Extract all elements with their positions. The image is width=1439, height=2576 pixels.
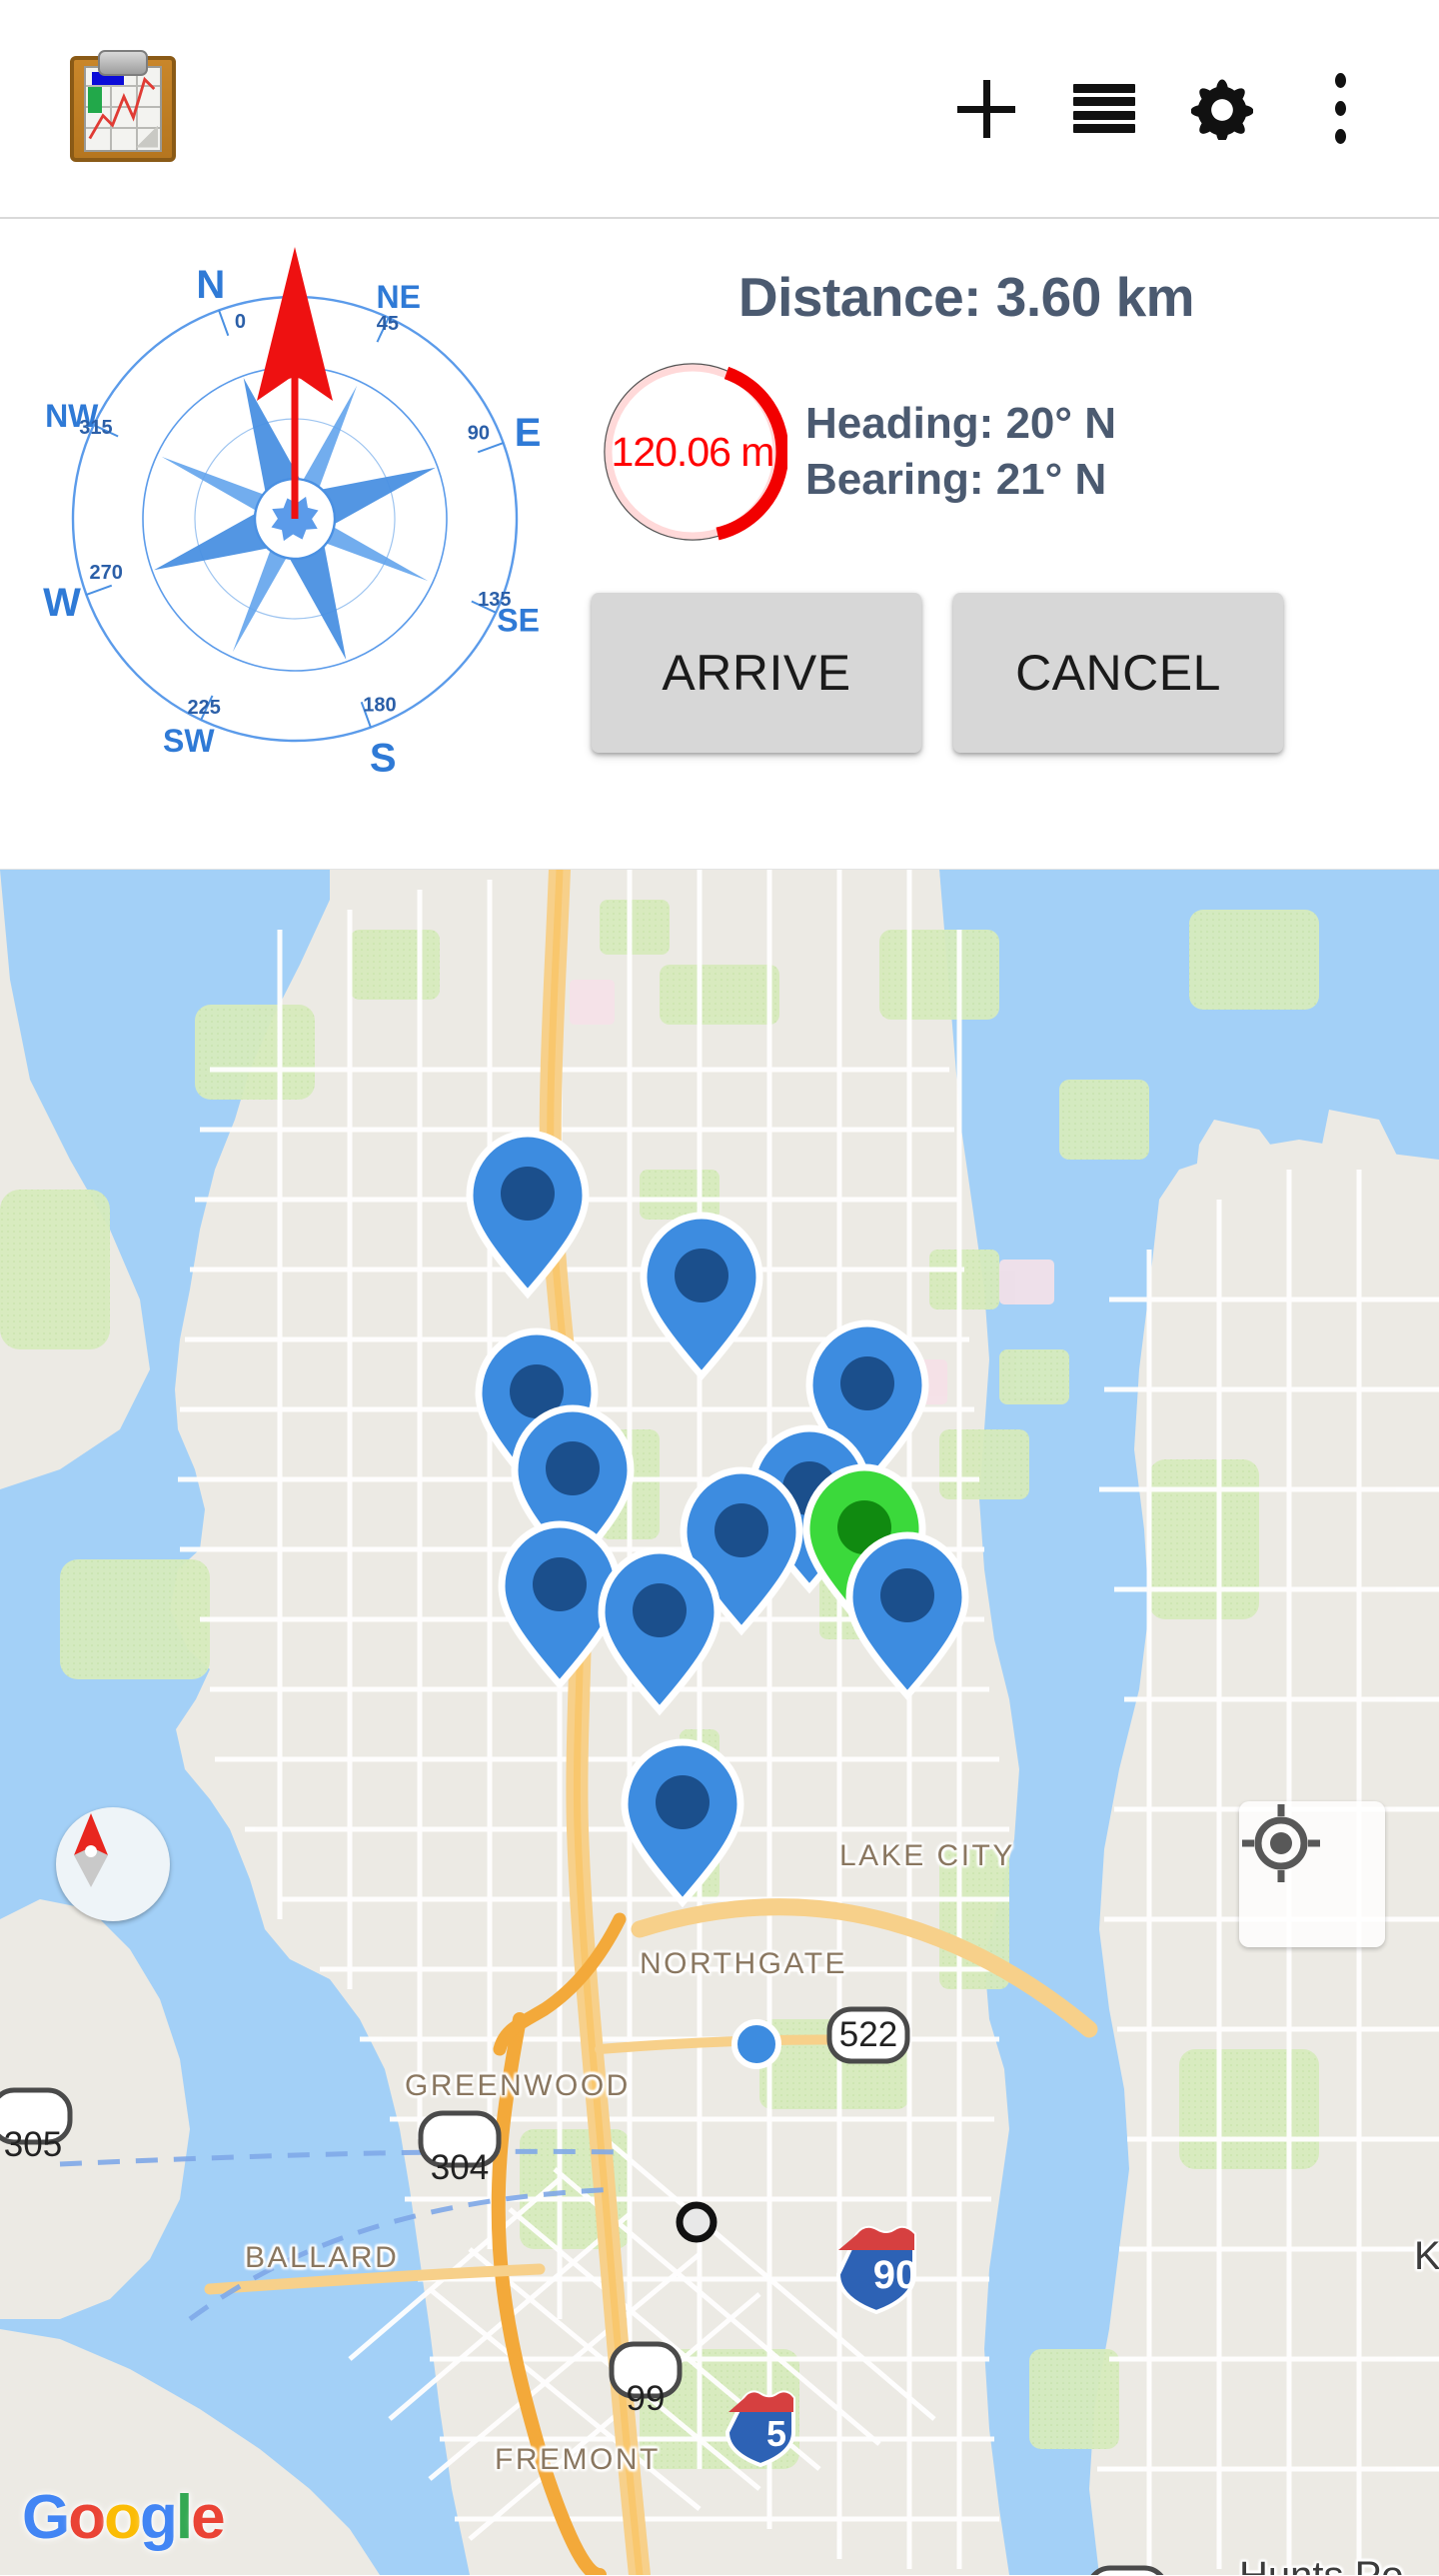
svg-text:SW: SW: [163, 723, 215, 759]
my-location-button[interactable]: [1239, 1801, 1385, 1947]
list-button[interactable]: [1045, 49, 1163, 169]
accuracy-value: 120.06 m: [611, 428, 775, 475]
overflow-menu-button[interactable]: [1281, 49, 1399, 169]
appbar-actions: [927, 49, 1399, 169]
accuracy-row: 120.06 m Heading: 20° N Bearing: 21° N: [590, 357, 1343, 547]
map-compass-button[interactable]: [56, 1807, 170, 1921]
map-view[interactable]: 522 520 305 304 99 90: [0, 870, 1439, 2575]
heading-label: Heading: 20° N: [805, 399, 1116, 449]
svg-text:225: 225: [187, 697, 220, 719]
svg-text:90: 90: [468, 422, 490, 444]
action-buttons: ARRIVE CANCEL: [590, 593, 1343, 753]
google-letter-g: G: [22, 2483, 70, 2552]
map-compass-icon: [74, 1813, 108, 1887]
navigation-panel: N NE E SE S SW W NW 0 45 90 135 180 225 …: [0, 219, 1439, 870]
app-bar: [0, 0, 1439, 219]
heading-bearing-block: Heading: 20° N Bearing: 21° N: [805, 396, 1116, 508]
svg-text:45: 45: [377, 313, 399, 335]
cancel-button[interactable]: CANCEL: [953, 593, 1283, 753]
gear-icon: [1191, 79, 1253, 140]
google-letter-o1: o: [68, 2483, 106, 2552]
plus-icon: [957, 79, 1015, 138]
map-markers[interactable]: [0, 870, 1439, 2575]
svg-text:135: 135: [478, 589, 511, 611]
google-attribution: Google: [22, 2482, 226, 2553]
svg-text:315: 315: [79, 417, 112, 439]
add-waypoint-button[interactable]: [927, 49, 1045, 169]
svg-text:NE: NE: [377, 279, 421, 315]
arrive-button[interactable]: ARRIVE: [592, 593, 921, 753]
app-screen: N NE E SE S SW W NW 0 45 90 135 180 225 …: [0, 0, 1439, 2576]
svg-text:S: S: [370, 736, 397, 780]
compass-rose: N NE E SE S SW W NW 0 45 90 135 180 225 …: [0, 229, 590, 787]
distance-label: Distance: 3.60 km: [737, 266, 1195, 328]
my-location-icon: [1242, 1804, 1320, 1882]
google-letter-e: e: [191, 2483, 226, 2552]
svg-text:180: 180: [363, 695, 396, 717]
bearing-label: Bearing: 21° N: [805, 455, 1107, 504]
more-vertical-icon: [1334, 73, 1346, 144]
nav-readouts: Distance: 3.60 km 120.06 m Heading: 20° …: [590, 229, 1439, 753]
clipboard-chart-icon[interactable]: [62, 48, 184, 170]
svg-text:N: N: [196, 263, 225, 307]
svg-text:270: 270: [90, 562, 123, 584]
accuracy-gauge: 120.06 m: [598, 357, 787, 547]
svg-text:W: W: [43, 581, 81, 625]
google-letter-o2: o: [104, 2483, 142, 2552]
google-letter-l: l: [175, 2483, 193, 2552]
svg-text:E: E: [515, 411, 542, 455]
google-letter-g2: g: [139, 2483, 178, 2552]
svg-text:0: 0: [235, 311, 246, 333]
settings-button[interactable]: [1163, 49, 1281, 169]
hamburger-list-icon: [1073, 83, 1135, 134]
